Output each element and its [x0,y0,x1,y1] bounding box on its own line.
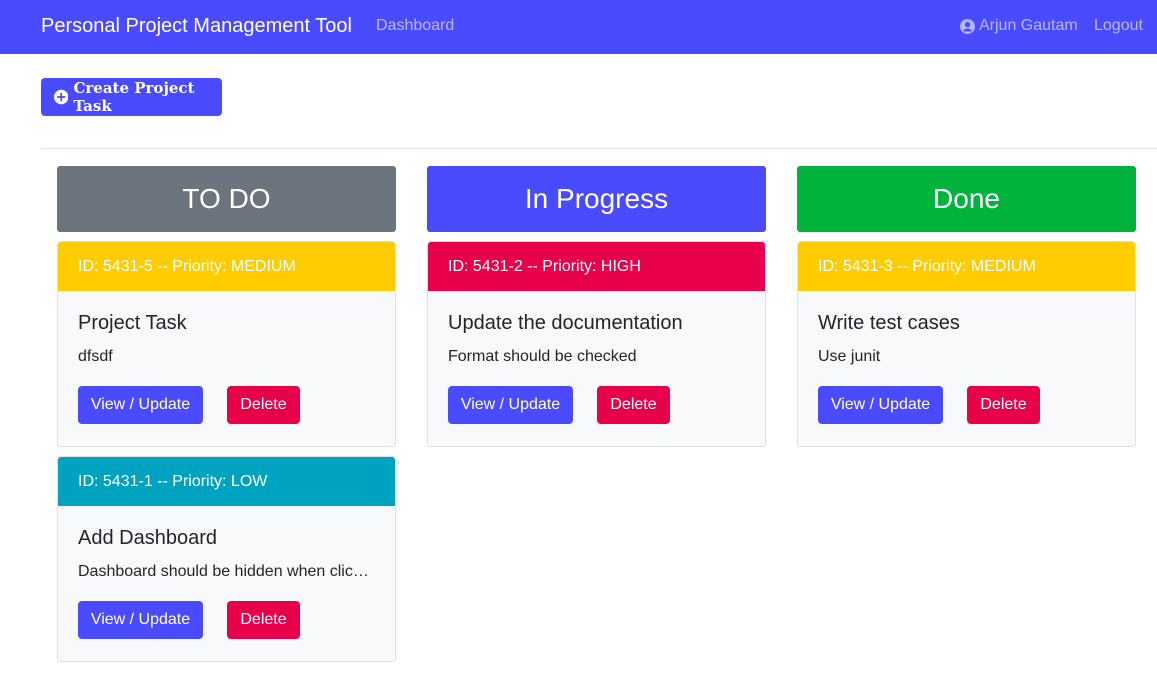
navbar: Personal Project Management Tool Dashboa… [0,0,1157,54]
task-description: dfsdf [78,348,113,365]
task-card-header: ID: 5431-3 -- Priority: MEDIUM [798,242,1135,291]
task-card: ID: 5431-1 -- Priority: LOW Add Dashboar… [57,456,396,662]
logout-link[interactable]: Logout [1094,16,1143,36]
task-description: Use junit [818,348,881,365]
task-title: Project Task [78,312,187,334]
task-card-body: Project Task dfsdf View / Update Delete [58,291,395,446]
create-project-task-button[interactable]: Create Project Task [41,78,222,116]
create-button-label: Create Project Task [73,79,195,115]
task-title: Add Dashboard [78,527,217,549]
column-header-done: Done [797,166,1136,232]
task-card-body: Update the documentation Format should b… [428,291,765,446]
task-card-header: ID: 5431-2 -- Priority: HIGH [428,242,765,291]
task-title: Update the documentation [448,312,683,334]
view-update-button[interactable]: View / Update [78,386,203,424]
view-update-button[interactable]: View / Update [818,386,943,424]
column-todo: TO DO ID: 5431-5 -- Priority: MEDIUM Pro… [57,166,396,662]
task-description: Dashboard should be hidden when clic… [78,563,369,580]
column-done: Done ID: 5431-3 -- Priority: MEDIUM Writ… [797,166,1136,447]
view-update-button[interactable]: View / Update [448,386,573,424]
task-title: Write test cases [818,312,960,334]
column-header-in-progress: In Progress [427,166,766,232]
brand-link[interactable]: Personal Project Management Tool [41,14,352,38]
user-name: Arjun Gautam [979,17,1078,34]
task-card-body: Add Dashboard Dashboard should be hidden… [58,506,395,661]
task-card: ID: 5431-5 -- Priority: MEDIUM Project T… [57,241,396,447]
plus-circle-icon [54,89,69,105]
column-header-todo: TO DO [57,166,396,232]
task-description: Format should be checked [448,348,637,365]
task-card-body: Write test cases Use junit View / Update… [798,291,1135,446]
view-update-button[interactable]: View / Update [78,601,203,639]
user-circle-icon [960,18,975,34]
task-card-header: ID: 5431-5 -- Priority: MEDIUM [58,242,395,291]
delete-button[interactable]: Delete [227,601,300,639]
task-card-header: ID: 5431-1 -- Priority: LOW [58,457,395,506]
user-link[interactable]: Arjun Gautam [960,16,1078,36]
delete-button[interactable]: Delete [597,386,670,424]
delete-button[interactable]: Delete [227,386,300,424]
task-card: ID: 5431-3 -- Priority: MEDIUM Write tes… [797,241,1136,447]
delete-button[interactable]: Delete [967,386,1040,424]
task-card: ID: 5431-2 -- Priority: HIGH Update the … [427,241,766,447]
column-in-progress: In Progress ID: 5431-2 -- Priority: HIGH… [427,166,766,447]
divider [41,148,1157,149]
dashboard-link[interactable]: Dashboard [376,16,454,36]
